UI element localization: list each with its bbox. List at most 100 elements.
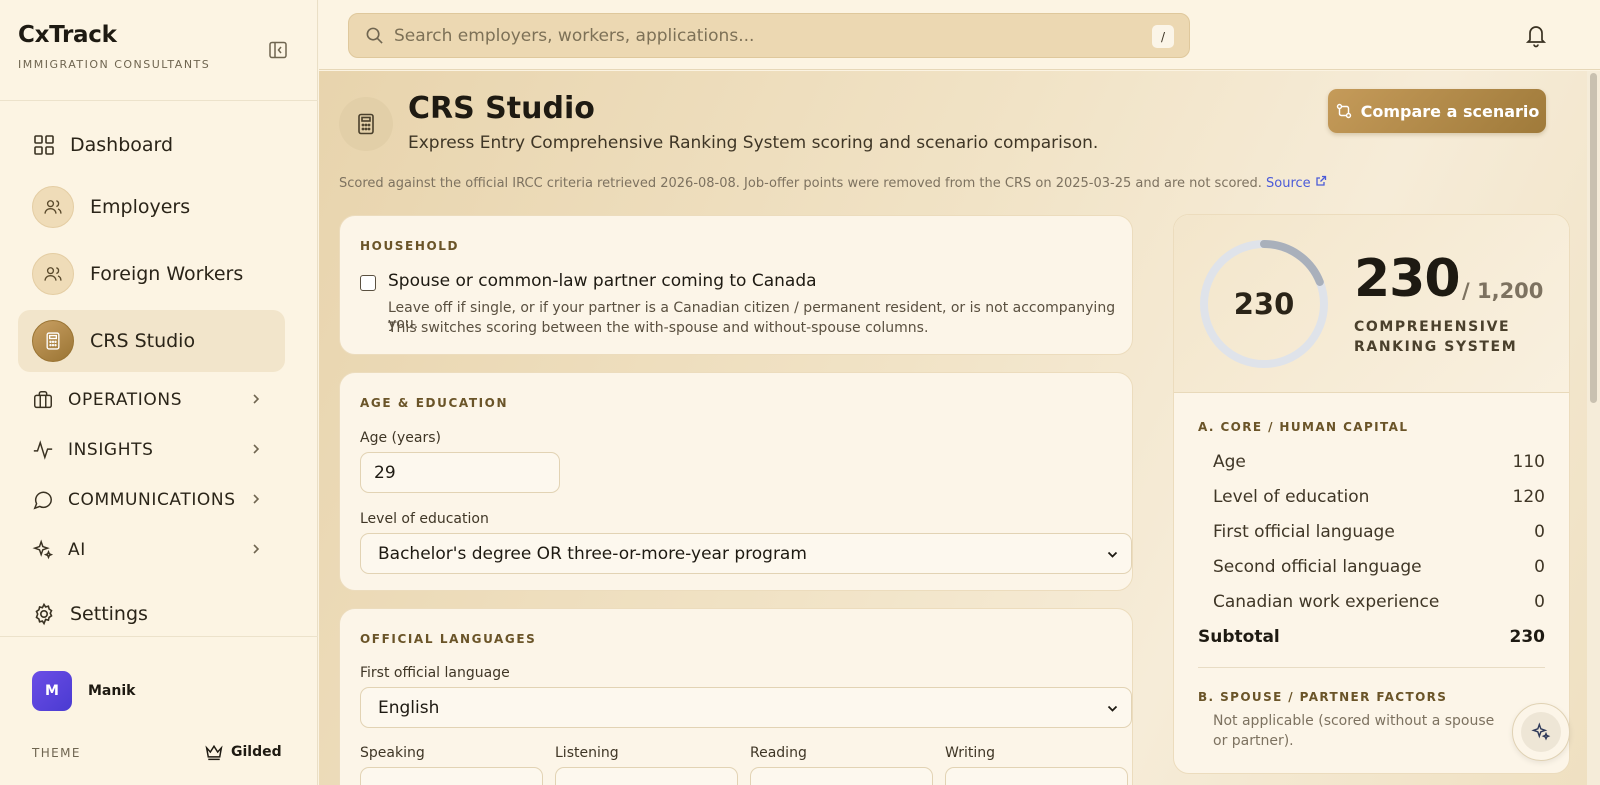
education-select[interactable]: Bachelor's degree OR three-or-more-year … <box>360 533 1132 574</box>
speaking-label: Speaking <box>360 745 425 761</box>
listening-label: Listening <box>555 745 619 761</box>
divider <box>1198 667 1545 668</box>
theme-switcher[interactable]: Gilded <box>204 743 282 761</box>
score-row: Second official language 0 <box>1213 557 1545 577</box>
subtotal-row: Subtotal 230 <box>1198 627 1545 647</box>
avatar: M <box>32 671 72 711</box>
brand-subtitle: IMMIGRATION CONSULTANTS <box>18 58 211 71</box>
reading-label: Reading <box>750 745 807 761</box>
notifications-button[interactable] <box>1524 22 1548 52</box>
sidebar-item-label: Employers <box>90 196 191 218</box>
criteria-text: Scored against the official IRCC criteri… <box>339 176 1262 191</box>
education-value: Bachelor's degree OR three-or-more-year … <box>378 543 807 564</box>
crown-icon <box>205 744 223 761</box>
section-heading: AGE & EDUCATION <box>360 396 509 410</box>
sidebar-item-crs-studio[interactable]: CRS Studio <box>18 310 285 372</box>
calculator-icon <box>32 320 74 362</box>
search-shortcut-key: / <box>1152 25 1174 48</box>
core-heading: A. CORE / HUMAN CAPITAL <box>1198 420 1409 434</box>
compare-icon <box>1336 103 1351 119</box>
first-language-value: English <box>378 697 440 718</box>
compare-label: Compare a scenario <box>1360 101 1540 121</box>
sidebar-item-label: CRS Studio <box>90 330 196 352</box>
chevron-right-icon <box>253 544 260 554</box>
users-icon <box>32 186 74 228</box>
writing-select[interactable] <box>945 767 1128 785</box>
sidebar-item-label: Settings <box>70 603 148 625</box>
criteria-note: Scored against the official IRCC criteri… <box>339 175 1327 191</box>
sidebar-collapse-icon <box>269 41 287 59</box>
speaking-select[interactable] <box>360 767 543 785</box>
chevron-right-icon <box>253 494 260 504</box>
age-input[interactable]: 29 <box>360 452 560 493</box>
sidebar-item-label: Foreign Workers <box>90 263 244 285</box>
sidebar-group-communications[interactable]: COMMUNICATIONS <box>18 480 285 520</box>
brand: CxTrack IMMIGRATION CONSULTANTS <box>18 22 210 71</box>
score-summary: 230 230 / 1,200 COMPREHENSIVE RANKING SY… <box>1174 215 1569 393</box>
reading-select[interactable] <box>750 767 933 785</box>
section-heading: HOUSEHOLD <box>360 239 460 253</box>
score-max: / 1,200 <box>1462 279 1544 303</box>
sidebar-group-ai[interactable]: AI <box>18 530 285 570</box>
theme-label: THEME <box>32 746 81 760</box>
score-row: Age 110 <box>1213 452 1545 472</box>
chevron-down-icon <box>1107 705 1118 712</box>
sidebar-group-label: INSIGHTS <box>68 440 154 460</box>
sidebar: CxTrack IMMIGRATION CONSULTANTS Dashboar… <box>0 0 318 785</box>
spouse-note: Not applicable (scored without a spouse … <box>1213 713 1495 749</box>
first-language-label: First official language <box>360 665 510 681</box>
collapse-sidebar-button[interactable] <box>266 38 290 62</box>
activity-icon <box>33 440 53 460</box>
score-row: Level of education 120 <box>1213 487 1545 507</box>
education-label: Level of education <box>360 511 489 527</box>
external-link-icon <box>1316 175 1326 186</box>
sidebar-item-dashboard[interactable]: Dashboard <box>18 123 285 167</box>
spouse-checkbox-label: Spouse or common-law partner coming to C… <box>388 271 817 291</box>
gear-icon <box>35 602 53 626</box>
source-link[interactable]: Source <box>1266 175 1327 191</box>
user-profile[interactable]: M Manik <box>32 671 135 711</box>
sidebar-group-label: COMMUNICATIONS <box>68 490 236 510</box>
score-row: Canadian work experience 0 <box>1213 592 1545 612</box>
brand-name: CxTrack <box>18 22 117 48</box>
top-bar: / <box>319 0 1600 70</box>
official-languages-card: OFFICIAL LANGUAGES First official langua… <box>339 608 1133 785</box>
spouse-checkbox[interactable] <box>360 275 376 291</box>
chevron-right-icon <box>253 394 260 404</box>
score-card: 230 230 / 1,200 COMPREHENSIVE RANKING SY… <box>1173 214 1570 774</box>
sidebar-item-settings[interactable]: Settings <box>18 592 285 636</box>
page-title: CRS Studio <box>408 91 595 126</box>
help-text: This switches scoring between the with-s… <box>388 320 929 336</box>
calculator-icon <box>339 97 393 151</box>
writing-label: Writing <box>945 745 995 761</box>
bell-icon <box>1525 26 1547 48</box>
age-education-card: AGE & EDUCATION Age (years) 29 Level of … <box>339 372 1133 591</box>
chat-icon <box>33 491 52 510</box>
grid-icon <box>34 135 54 155</box>
page-subtitle: Express Entry Comprehensive Ranking Syst… <box>408 133 1099 153</box>
listening-select[interactable] <box>555 767 738 785</box>
sidebar-item-employers[interactable]: Employers <box>18 176 285 238</box>
sidebar-group-insights[interactable]: INSIGHTS <box>18 430 285 470</box>
sidebar-item-foreign-workers[interactable]: Foreign Workers <box>18 243 285 305</box>
scrollbar-thumb[interactable] <box>1590 73 1597 403</box>
ring-score-value: 230 <box>1233 287 1295 321</box>
first-language-select[interactable]: English <box>360 687 1132 728</box>
sparkles-icon <box>32 539 54 560</box>
score-value: 230 <box>1354 249 1461 309</box>
ai-assistant-button[interactable] <box>1512 703 1570 761</box>
sidebar-group-operations[interactable]: OPERATIONS <box>18 380 285 420</box>
users-icon <box>32 253 74 295</box>
scrollbar[interactable] <box>1587 71 1600 785</box>
user-name: Manik <box>88 683 136 699</box>
compare-scenario-button[interactable]: Compare a scenario <box>1328 89 1546 133</box>
briefcase-icon <box>34 391 52 409</box>
section-heading: OFFICIAL LANGUAGES <box>360 632 537 646</box>
search-input[interactable] <box>394 25 1114 46</box>
divider <box>0 636 318 637</box>
search-bar[interactable]: / <box>348 13 1190 58</box>
search-icon <box>366 27 383 44</box>
sidebar-item-label: Dashboard <box>70 134 174 156</box>
sidebar-group-label: OPERATIONS <box>68 390 183 410</box>
score-row: First official language 0 <box>1213 522 1545 542</box>
